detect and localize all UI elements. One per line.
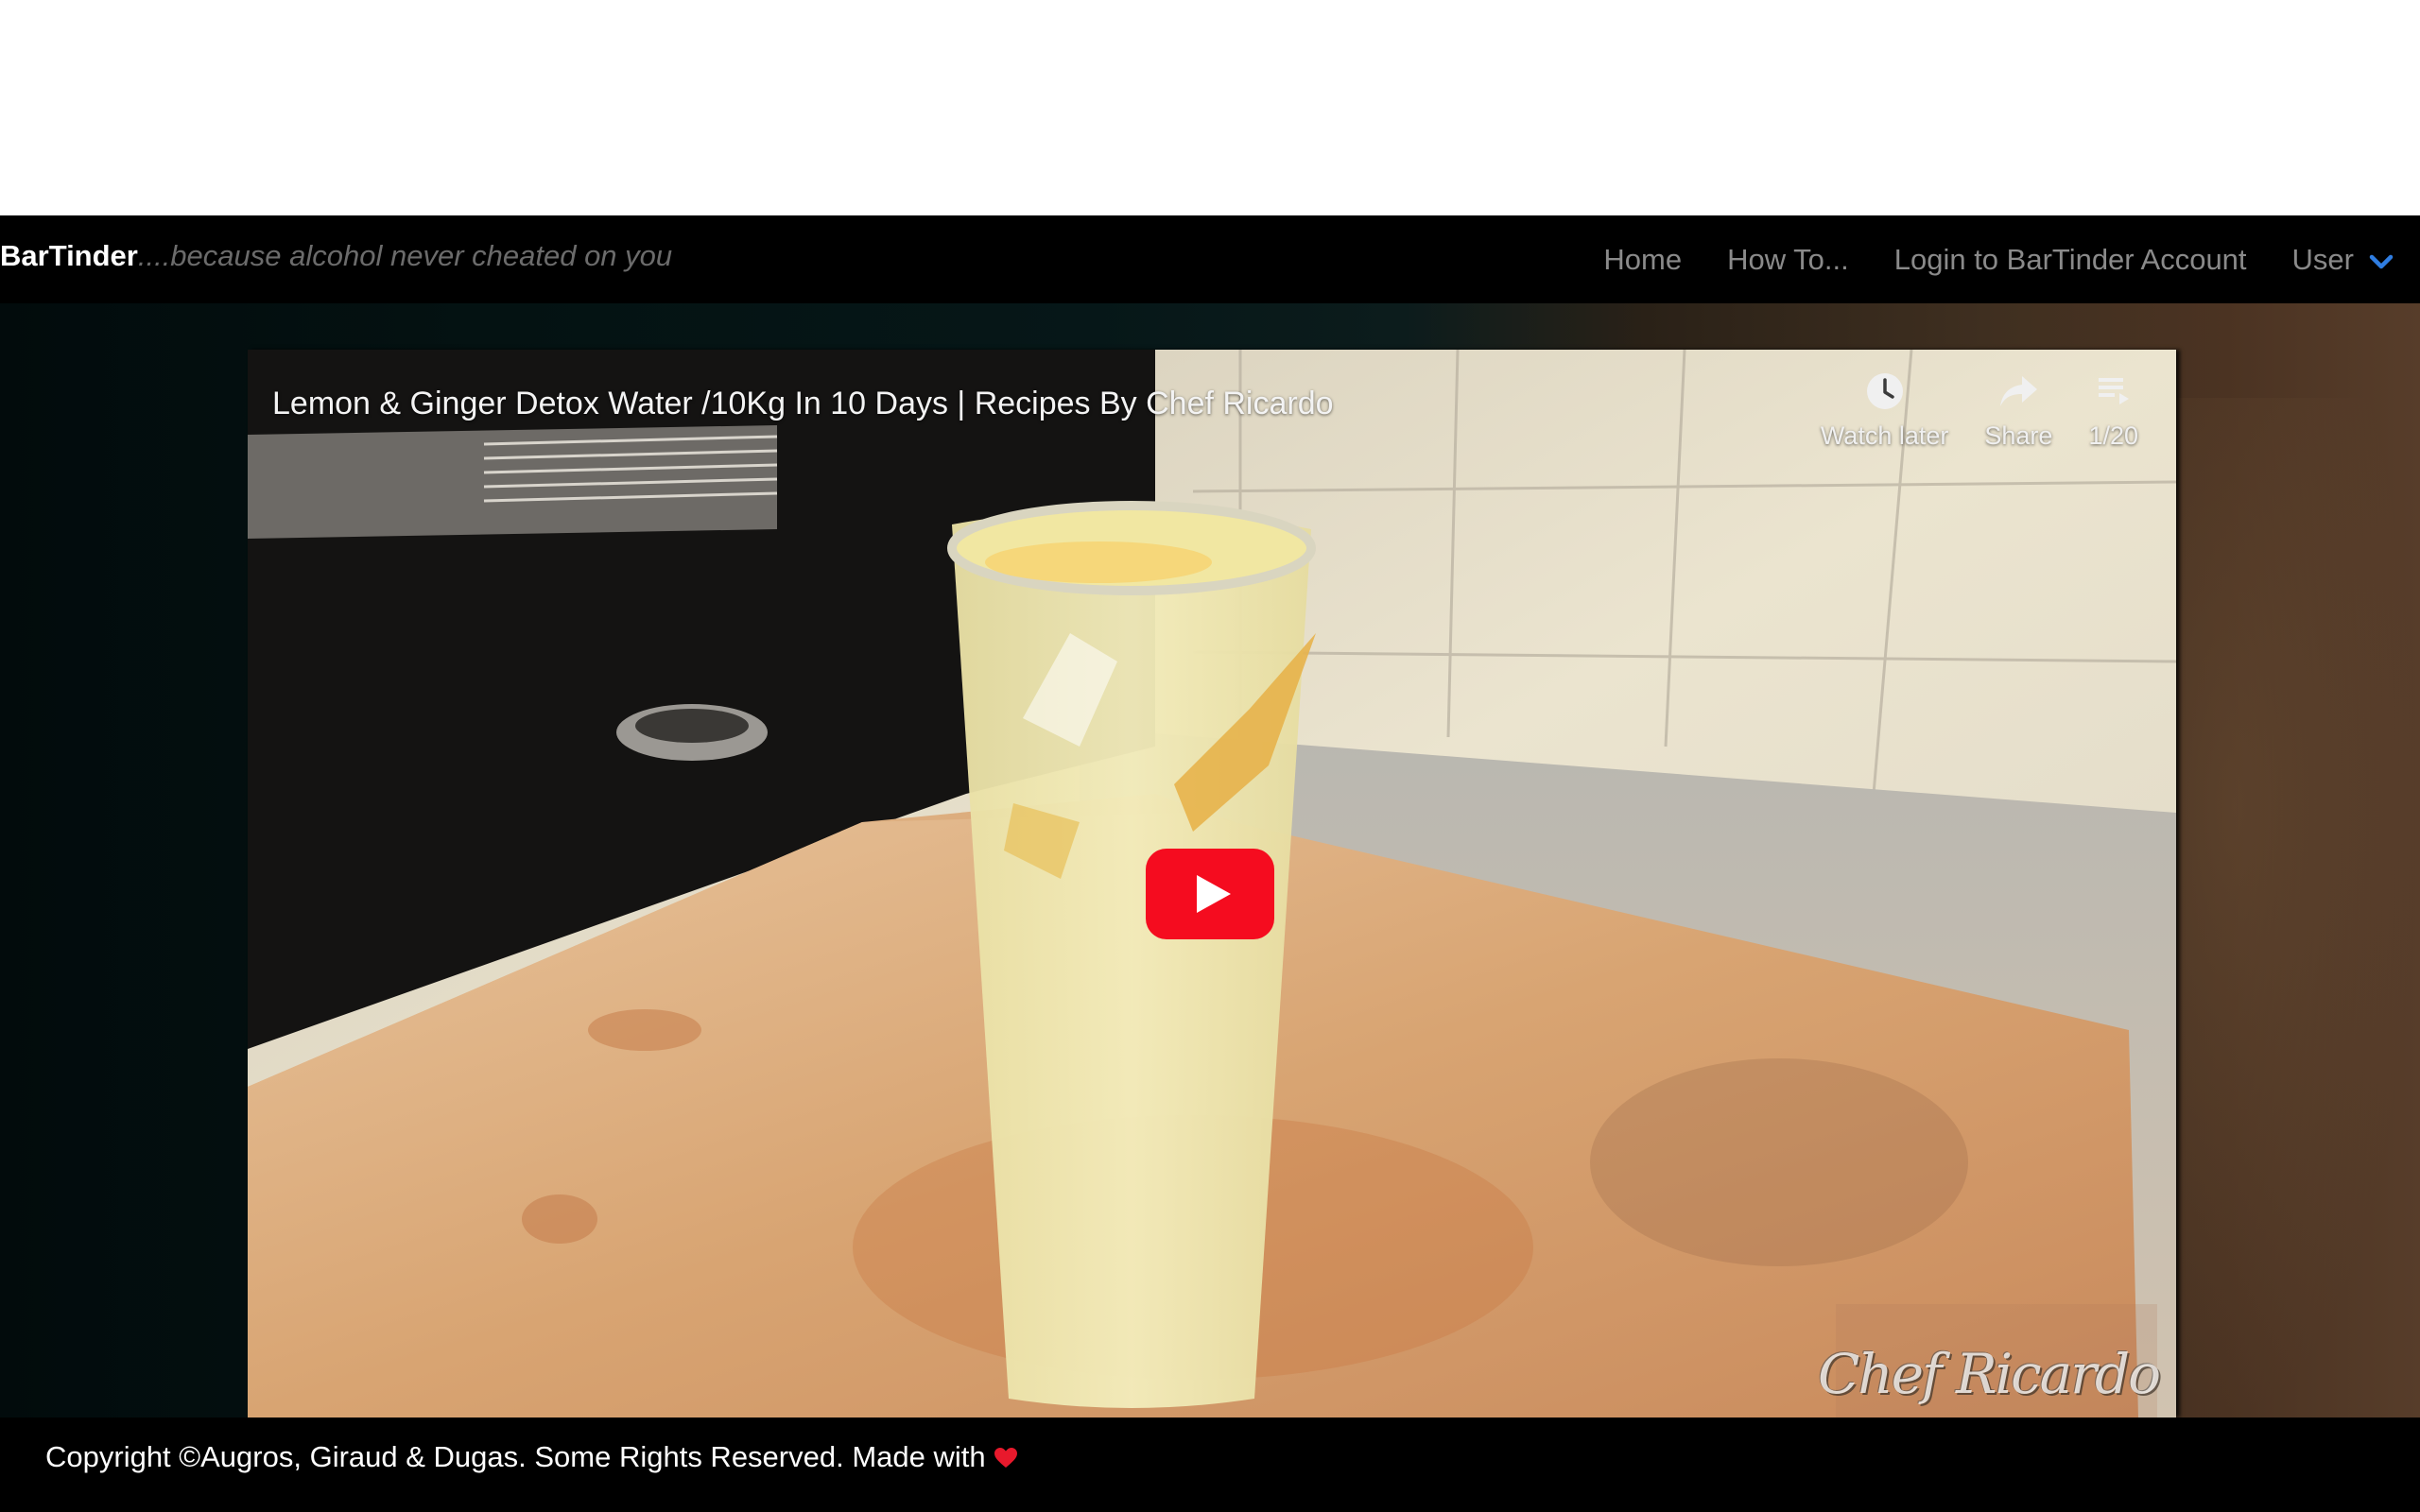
footer-copyright-text: Copyright ©Augros, Giraud & Dugas. Some …	[45, 1440, 986, 1473]
youtube-controls: Watch later Share 1/20	[1821, 369, 2138, 451]
heart-icon	[994, 1448, 1017, 1468]
share-button[interactable]: Share	[1984, 369, 2052, 451]
navbar: BarTinder....because alcohol never cheat…	[0, 215, 2420, 303]
watch-later-button[interactable]: Watch later	[1820, 369, 1949, 451]
video-title[interactable]: Lemon & Ginger Detox Water /10Kg In 10 D…	[272, 386, 1334, 422]
playlist-position-label: 1/20	[2088, 421, 2138, 450]
footer-copyright: Copyright ©Augros, Giraud & Dugas. Some …	[45, 1418, 1018, 1512]
share-icon	[2000, 376, 2038, 406]
nav-item-home[interactable]: Home	[1603, 219, 1682, 301]
brand[interactable]: BarTinder....because alcohol never cheat…	[0, 215, 672, 303]
chevron-down-icon[interactable]	[2367, 248, 2395, 276]
watch-later-label: Watch later	[1820, 421, 1949, 450]
playlist-button[interactable]: 1/20	[2088, 369, 2138, 451]
user-dropdown-label[interactable]: User	[2292, 219, 2354, 301]
share-label: Share	[1984, 421, 2053, 450]
brand-tagline: ....because alcohol never cheated on you	[137, 239, 673, 272]
footer: Copyright ©Augros, Giraud & Dugas. Some …	[0, 1418, 2420, 1512]
youtube-embed[interactable]: Lemon & Ginger Detox Water /10Kg In 10 D…	[248, 350, 2176, 1418]
nav-item-how-to[interactable]: How To...	[1727, 219, 1849, 301]
stage-glow	[2155, 398, 2420, 1418]
youtube-play-icon	[1146, 849, 1274, 939]
user-dropdown[interactable]: User	[2292, 219, 2395, 301]
youtube-play-button[interactable]	[1146, 849, 1274, 939]
playlist-icon	[2098, 378, 2129, 404]
nav-links: Home How To... Login to BarTinder Accoun…	[1603, 215, 2420, 303]
brand-name[interactable]: BarTinder	[0, 239, 138, 272]
chef-ricardo-watermark: Chef Ricardo	[1817, 1342, 2161, 1406]
nav-item-login[interactable]: Login to BarTinder Account	[1894, 219, 2247, 301]
clock-icon	[1866, 373, 1903, 409]
top-blank-area	[0, 0, 2420, 215]
